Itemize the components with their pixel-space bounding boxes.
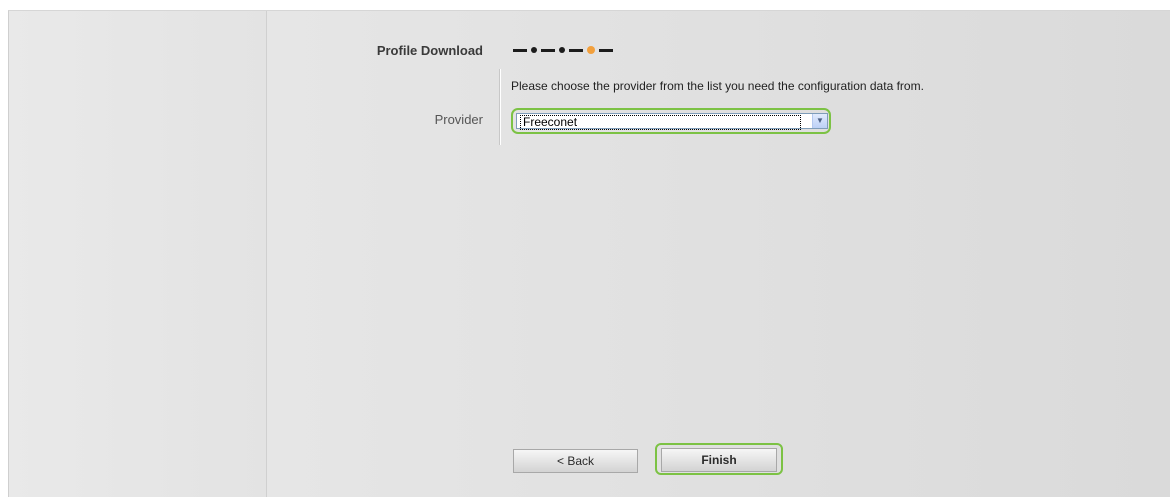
progress-dash xyxy=(599,48,613,52)
form-divider xyxy=(499,69,501,145)
wizard-frame: Profile Download Please choose the provi… xyxy=(8,10,1170,497)
wizard-main-panel: Profile Download Please choose the provi… xyxy=(267,11,1170,497)
instructions-text: Please choose the provider from the list… xyxy=(511,79,924,93)
progress-step-dot xyxy=(531,47,537,53)
progress-step-dot xyxy=(559,47,565,53)
provider-select[interactable]: Freeconet ▼ xyxy=(516,113,828,130)
section-title: Profile Download xyxy=(376,43,483,58)
back-button[interactable]: < Back xyxy=(513,449,638,473)
chevron-down-icon[interactable]: ▼ xyxy=(812,114,827,128)
finish-button[interactable]: Finish xyxy=(661,448,777,472)
step-progress-indicator xyxy=(513,44,617,56)
provider-select-highlight: Freeconet ▼ xyxy=(511,108,831,134)
progress-dash xyxy=(513,48,527,52)
finish-button-highlight: Finish xyxy=(655,443,783,475)
provider-select-value: Freeconet xyxy=(520,115,801,130)
left-navigation-panel xyxy=(9,11,267,497)
provider-label: Provider xyxy=(434,112,483,127)
progress-dash xyxy=(569,48,583,52)
progress-step-dot-current xyxy=(587,46,595,54)
progress-dash xyxy=(541,48,555,52)
